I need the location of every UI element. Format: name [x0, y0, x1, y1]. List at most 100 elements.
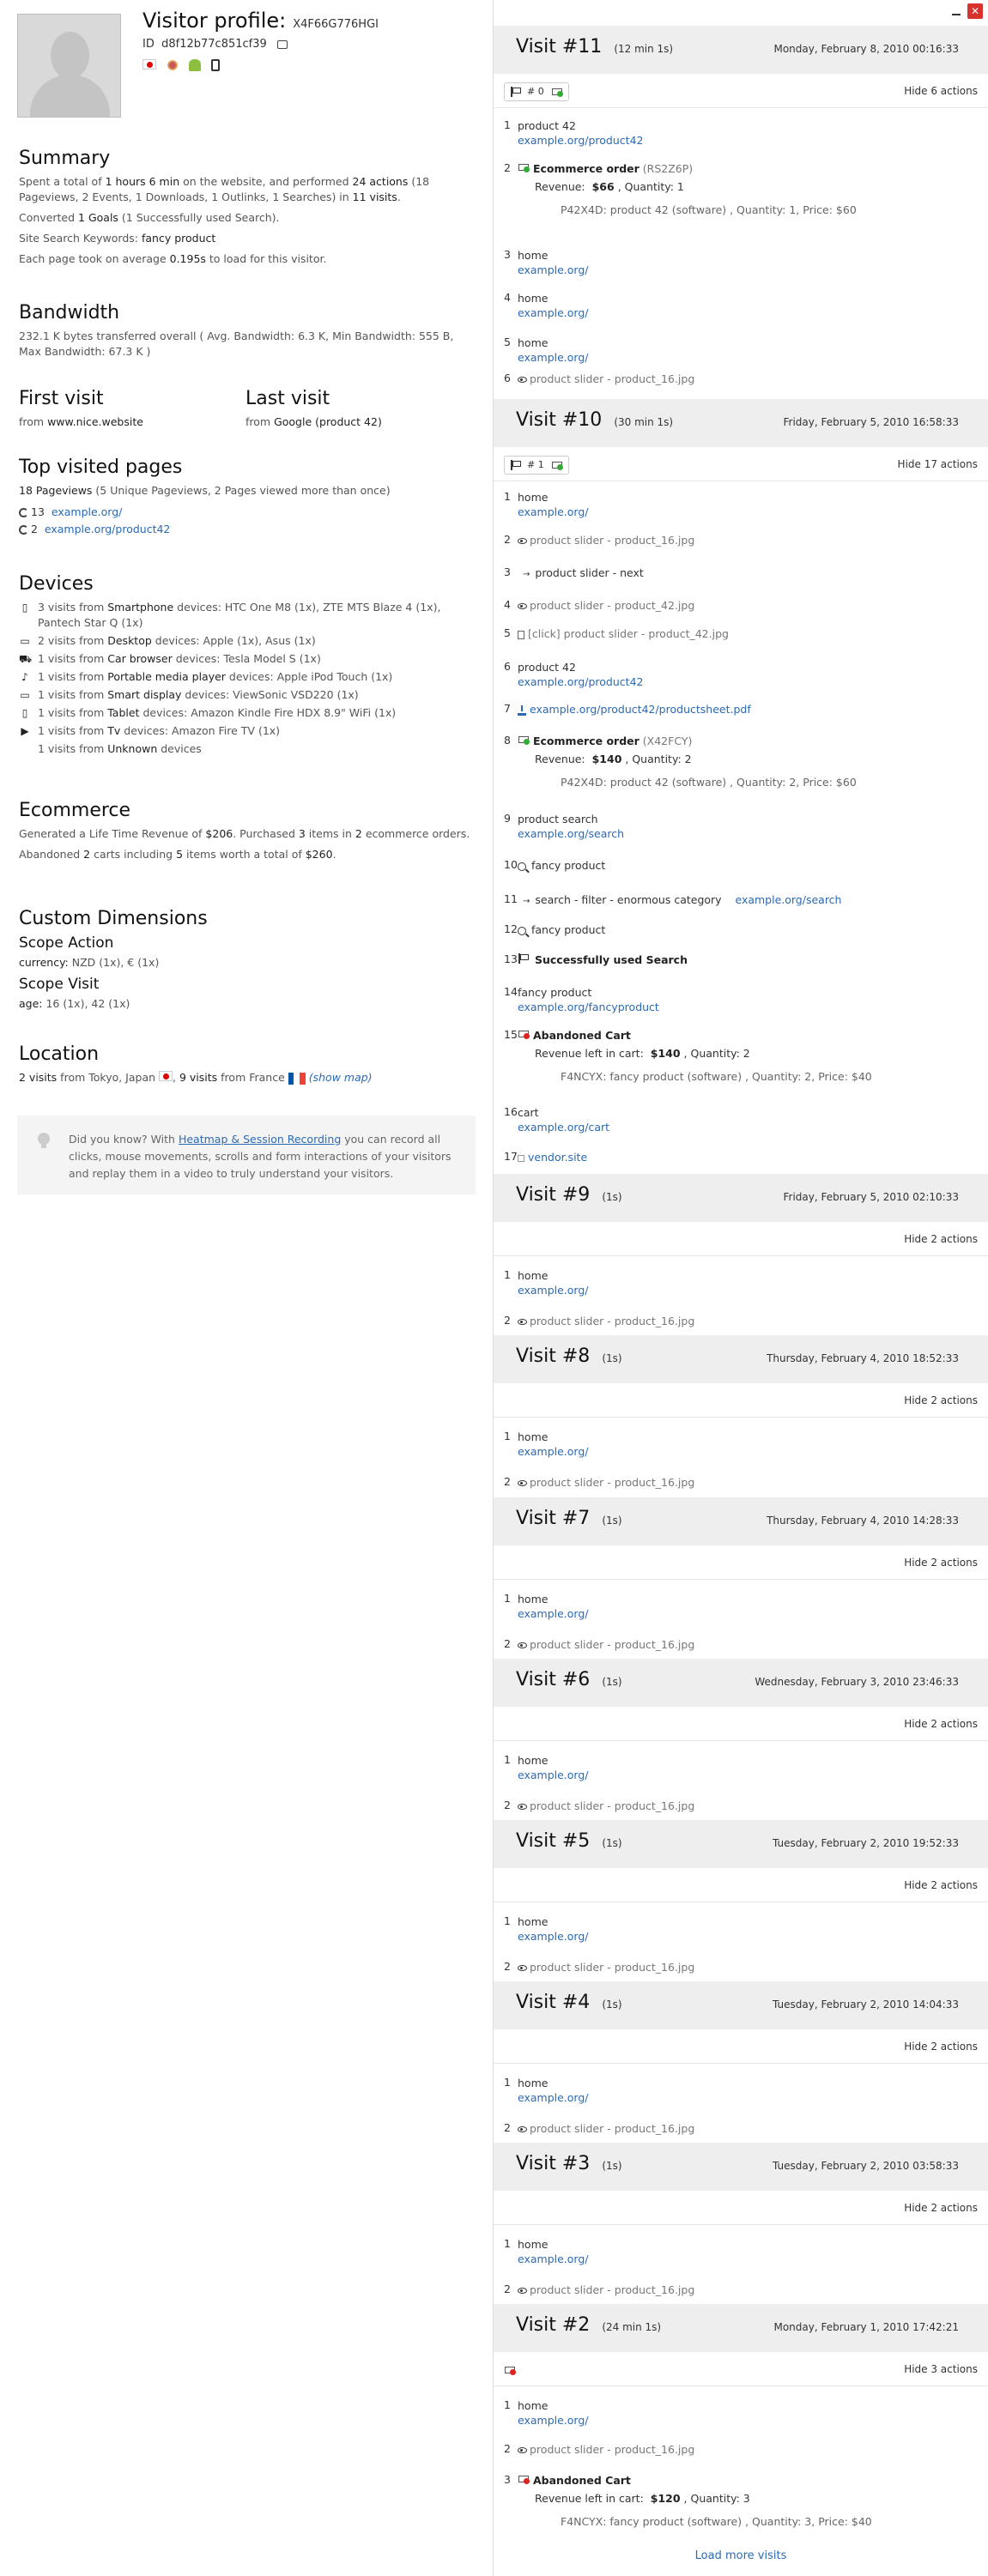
page-url-link[interactable]: example.org/ [518, 263, 979, 277]
page-url-link[interactable]: example.org/product42 [518, 133, 979, 148]
tv-icon: ▶ [21, 725, 29, 737]
page-url-link[interactable]: example.org/ [518, 1929, 979, 1944]
page-url-link[interactable]: example.org/search [518, 826, 979, 841]
lightbulb-icon [38, 1133, 50, 1148]
top-page-item: 13 example.org/ [19, 504, 474, 521]
page-title: fancy product [518, 986, 592, 999]
action-number: 2 [504, 1799, 511, 1811]
hide-actions-link[interactable]: Hide 17 actions [898, 458, 978, 470]
action-number: 12 [504, 922, 518, 935]
outlink-icon [518, 1154, 524, 1162]
device-row: ▭ 1 visits from Smart display devices: Vi… [20, 688, 359, 701]
visit-toolbar: Hide 2 actions [494, 2029, 988, 2064]
visit-toolbar: Hide 2 actions [494, 1707, 988, 1741]
event-label: product slider - next [535, 566, 644, 579]
segment-link-icon[interactable] [276, 39, 288, 49]
event-label: product slider - product_16.jpg [530, 1799, 695, 1812]
page-url-link[interactable]: example.org/ [518, 305, 979, 320]
page-url-link[interactable]: example.org/ [518, 1606, 979, 1621]
close-button[interactable]: ✕ [967, 3, 983, 19]
hide-actions-link[interactable]: Hide 2 actions [904, 1557, 978, 1569]
page-url-link[interactable]: example.org/product42 [518, 674, 979, 689]
eye-icon [518, 538, 527, 544]
bandwidth-section: Bandwidth 232.1 K bytes transferred over… [19, 302, 474, 365]
eye-icon [518, 1480, 527, 1486]
load-more-visits-link[interactable]: Load more visits [494, 2549, 988, 2562]
action-number: 3 [504, 2473, 511, 2486]
page-title: product 42 [518, 661, 576, 674]
action-number: 1 [504, 1753, 511, 1766]
bandwidth-heading: Bandwidth [19, 302, 120, 324]
hide-actions-link[interactable]: Hide 2 actions [904, 2041, 978, 2053]
page-title: home [518, 292, 549, 305]
visit-goals-badge[interactable]: # 0 [504, 82, 569, 101]
action-number: 1 [504, 1914, 511, 1927]
page-title: home [518, 1915, 549, 1928]
visit-toolbar: Hide 2 actions [494, 1222, 988, 1256]
event-label: product slider - product_16.jpg [530, 372, 695, 385]
page-url-link[interactable]: example.org/ [518, 505, 979, 519]
page-url-link[interactable]: example.org/ [518, 1768, 979, 1782]
heatmap-link[interactable]: Heatmap & Session Recording [179, 1133, 341, 1146]
action-number: 5 [504, 626, 511, 639]
outlink-link[interactable]: vendor.site [528, 1151, 587, 1164]
action-number: 15 [504, 1028, 518, 1041]
action-number: 13 [504, 952, 518, 965]
page-url-link[interactable]: example.org/fancyproduct [518, 1000, 979, 1014]
page-url-link[interactable]: example.org/ [518, 2252, 979, 2266]
visit-date: Monday, February 1, 2010 17:42:21 [773, 2321, 959, 2333]
hide-actions-link[interactable]: Hide 2 actions [904, 2202, 978, 2214]
action-number: 4 [504, 291, 511, 304]
page-url-link[interactable]: example.org/ [518, 350, 979, 365]
minimize-icon[interactable] [950, 5, 962, 17]
page-title: home [518, 2399, 549, 2412]
visit-goals-badge[interactable]: # 1 [504, 456, 569, 475]
cart-item-detail: F4NCYX: fancy product (software) , Quant… [561, 2515, 872, 2528]
order-item-detail: P42X4D: product 42 (software) , Quantity… [561, 776, 857, 789]
load-time-text: Each page took on average 0.195s to load… [19, 252, 327, 265]
action-number: 1 [504, 118, 511, 131]
page-url-link[interactable]: example.org/ [518, 1283, 979, 1297]
download-link[interactable]: example.org/product42/productsheet.pdf [530, 703, 751, 716]
ecommerce-order-icon [518, 735, 530, 745]
abandoned-cart-badge [504, 2361, 516, 2379]
top-page-link[interactable]: example.org/ [52, 505, 123, 518]
hide-actions-link[interactable]: Hide 2 actions [904, 1879, 978, 1891]
hide-actions-link[interactable]: Hide 2 actions [904, 1233, 978, 1245]
action-number: 2 [504, 161, 511, 174]
action-number: 1 [504, 1268, 511, 1281]
goal-label: Successfully used Search [535, 953, 688, 966]
visit-header: Visit #7 (1s) Thursday, February 4, 2010 1… [494, 1497, 988, 1545]
page-url-link[interactable]: example.org/cart [518, 1120, 979, 1134]
show-map-link[interactable]: (show map) [309, 1071, 373, 1084]
visit-header: Visit #6 (1s) Wednesday, February 3, 2010 … [494, 1659, 988, 1707]
eye-icon [518, 1319, 527, 1325]
device-row: ⛟ 1 visits from Car browser devices: Tesl… [19, 652, 321, 665]
action-number: 1 [504, 2076, 511, 2089]
hide-actions-link[interactable]: Hide 2 actions [904, 1394, 978, 1406]
visit-header: Visit #4 (1s) Tuesday, February 2, 2010 14… [494, 1981, 988, 2029]
hide-actions-link[interactable]: Hide 2 actions [904, 1718, 978, 1730]
action-number: 1 [504, 2237, 511, 2250]
action-number: 17 [504, 1150, 518, 1163]
device-row: ▭ 2 visits from Desktop devices: Apple (1… [20, 634, 316, 647]
visit-duration: (24 min 1s) [602, 2321, 662, 2333]
page-url-link[interactable]: example.org/ [518, 2090, 979, 2105]
abandoned-cart-title: Abandoned Cart [532, 1029, 631, 1042]
summary-section: Summary Spent a total of 1 hours 6 min o… [19, 148, 474, 272]
action-number: 2 [504, 1960, 511, 1973]
event-url-link[interactable]: example.org/search [735, 893, 841, 906]
hide-actions-link[interactable]: Hide 6 actions [904, 85, 978, 97]
top-page-link[interactable]: example.org/product42 [45, 523, 170, 535]
visit-title: Visit #10 [516, 409, 603, 431]
page-title: home [518, 336, 549, 349]
device-row: ▶ 1 visits from Tv devices: Amazon Fire T… [19, 723, 474, 739]
hide-actions-link[interactable]: Hide 3 actions [904, 2363, 978, 2375]
first-visit-heading: First visit [19, 388, 104, 409]
page-url-link[interactable]: example.org/ [518, 2413, 979, 2428]
tablet-icon: ▯ [21, 707, 28, 719]
page-title: home [518, 1269, 549, 1282]
page-url-link[interactable]: example.org/ [518, 1444, 979, 1459]
eye-icon [518, 1642, 527, 1648]
content-click-label: [click] product slider - product_42.jpg [528, 627, 729, 640]
